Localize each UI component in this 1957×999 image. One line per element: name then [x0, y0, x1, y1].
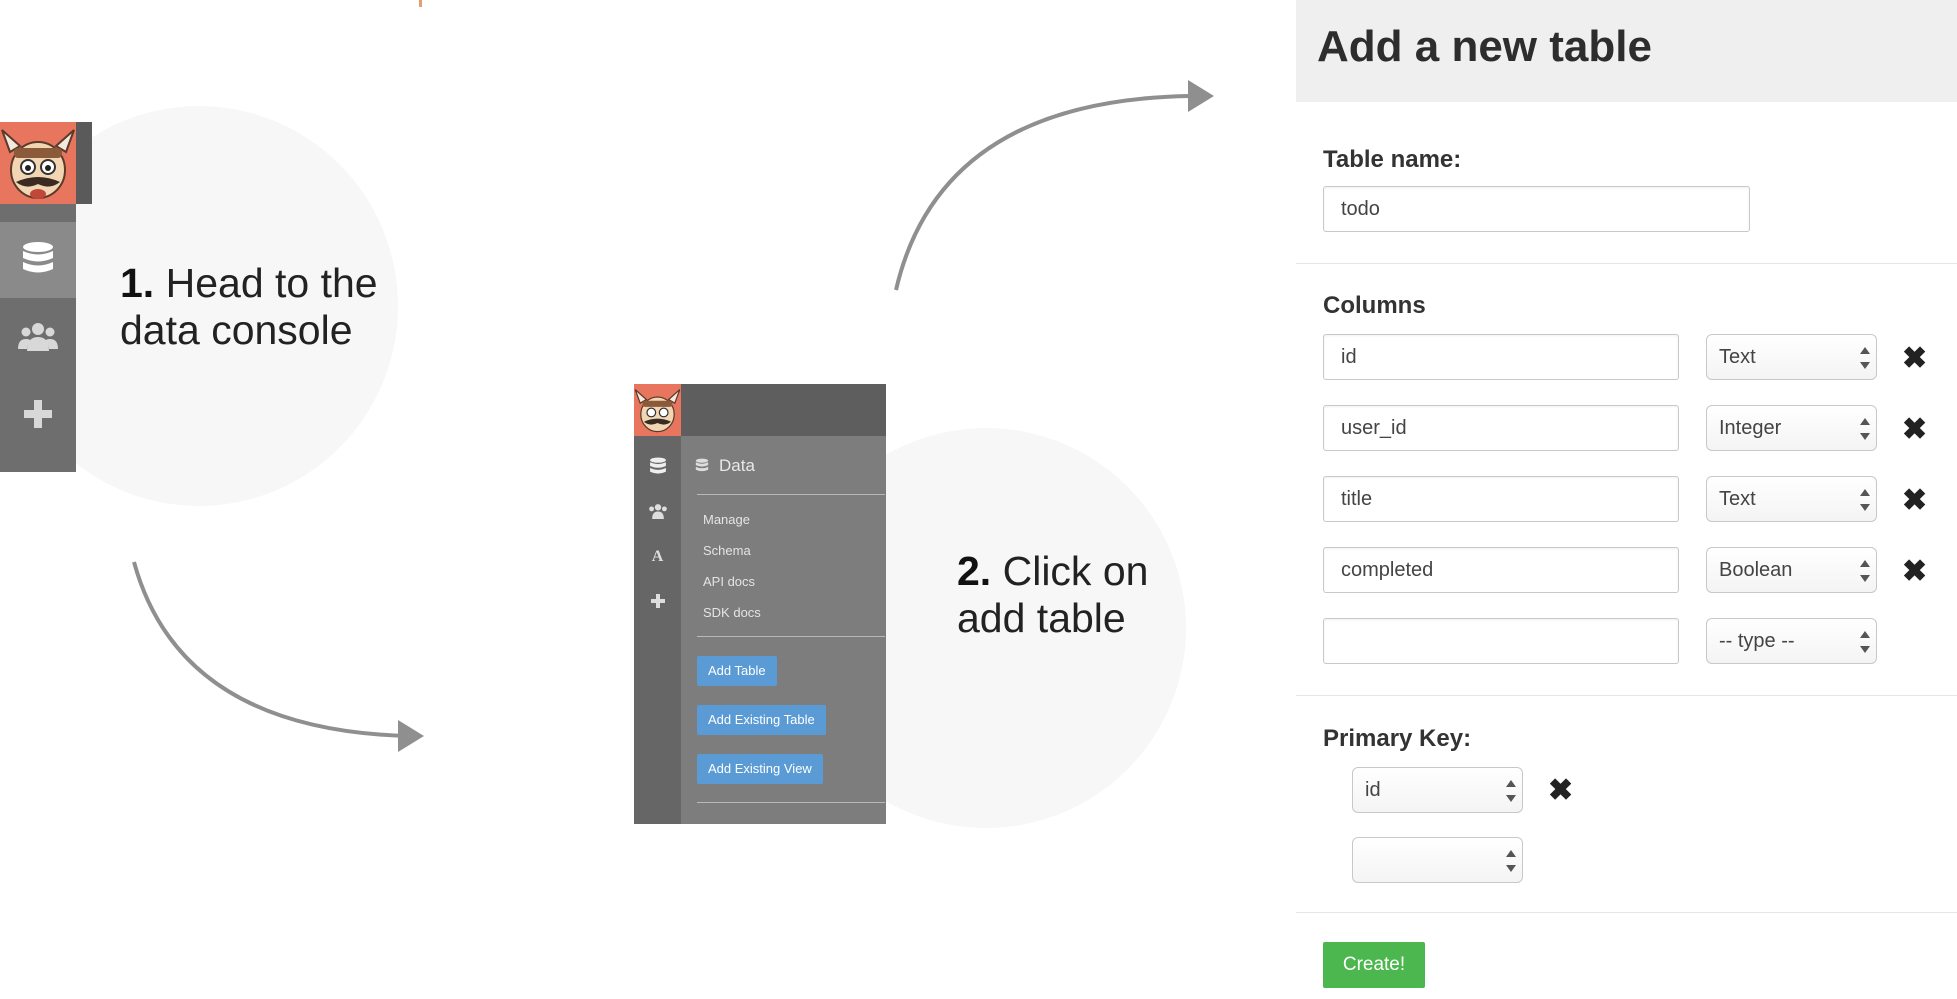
new-column-name-input[interactable] [1323, 618, 1679, 664]
column-type-value: Boolean [1719, 559, 1793, 581]
divider [1296, 912, 1957, 913]
mascot-logo[interactable] [0, 122, 76, 204]
column-type-value: -- type -- [1719, 630, 1795, 652]
form-title: Add a new table [1317, 22, 1652, 71]
mini-sidebar-database[interactable] [634, 452, 681, 482]
primary-key-select[interactable]: id [1352, 767, 1523, 813]
new-column-type-select[interactable]: -- type -- [1706, 618, 1877, 664]
database-icon [23, 242, 53, 273]
divider [1296, 695, 1957, 696]
mini-data-panel: Data Manage Schema API docs SDK docs Add… [681, 436, 886, 824]
mini-mascot-logo[interactable] [634, 384, 681, 436]
column-type-value: Text [1719, 488, 1756, 510]
mascot-icon [1, 129, 75, 199]
users-icon [18, 323, 58, 351]
database-icon [649, 457, 666, 474]
step1-number: 1. [120, 260, 155, 306]
create-button[interactable]: Create! [1323, 942, 1425, 988]
mini-sidebar-users[interactable] [634, 496, 681, 526]
database-icon [695, 458, 709, 472]
primary-key-label: Primary Key: [1323, 725, 1472, 752]
divider [697, 802, 885, 803]
column-type-select[interactable]: Text [1706, 334, 1877, 380]
sidebar-item-add[interactable] [0, 376, 76, 452]
sidebar-item-users[interactable] [0, 298, 76, 374]
select-arrows-icon [1860, 418, 1870, 440]
remove-column-icon[interactable]: ✖ [1902, 557, 1927, 587]
column-type-value: Text [1719, 346, 1756, 368]
link-manage[interactable]: Manage [703, 512, 750, 527]
table-name-input[interactable]: todo [1323, 186, 1750, 232]
data-section-title: Data [695, 456, 755, 476]
remove-column-icon[interactable]: ✖ [1902, 415, 1927, 445]
add-table-button[interactable]: Add Table [697, 656, 777, 686]
users-icon [648, 504, 667, 519]
mini-sidebar-add[interactable] [634, 586, 681, 616]
plus-icon [650, 594, 665, 608]
column-type-select[interactable]: Integer [1706, 405, 1877, 451]
select-arrows-icon [1860, 347, 1870, 369]
link-schema[interactable]: Schema [703, 543, 751, 558]
logo-edge [76, 122, 92, 204]
add-existing-view-button[interactable]: Add Existing View [697, 754, 823, 784]
new-primary-key-select[interactable] [1352, 837, 1523, 883]
column-name-input[interactable]: user_id [1323, 405, 1679, 451]
remove-primary-key-icon[interactable]: ✖ [1548, 776, 1573, 806]
arrow-step2-to-form [894, 80, 1214, 291]
step2-text: 2. Click on add table [957, 548, 1148, 642]
step2-line2: add table [957, 595, 1126, 641]
divider [1296, 263, 1957, 264]
select-arrows-icon [1860, 560, 1870, 582]
step1-line1: Head to the [165, 260, 378, 306]
column-type-select[interactable]: Text [1706, 476, 1877, 522]
plus-icon [24, 400, 52, 428]
select-arrows-icon [1506, 850, 1516, 872]
arrow-step1-to-step2 [132, 561, 424, 752]
columns-label: Columns [1323, 292, 1426, 319]
mini-sidebar [634, 436, 681, 824]
mini-sidebar-font[interactable]: A [634, 542, 681, 572]
orange-tick [419, 0, 422, 7]
add-existing-table-button[interactable]: Add Existing Table [697, 705, 826, 735]
column-type-value: Integer [1719, 417, 1782, 439]
step1-text: 1. Head to the data console [120, 260, 378, 354]
sidebar-item-database[interactable] [0, 222, 76, 298]
remove-column-icon[interactable]: ✖ [1902, 344, 1927, 374]
column-name-input[interactable]: completed [1323, 547, 1679, 593]
select-arrows-icon [1860, 489, 1870, 511]
data-title-label: Data [719, 456, 755, 475]
step2-number: 2. [957, 548, 992, 594]
select-arrows-icon [1860, 631, 1870, 653]
column-type-select[interactable]: Boolean [1706, 547, 1877, 593]
remove-column-icon[interactable]: ✖ [1902, 486, 1927, 516]
select-arrows-icon [1506, 780, 1516, 802]
link-api-docs[interactable]: API docs [703, 574, 755, 589]
column-name-input[interactable]: title [1323, 476, 1679, 522]
mini-data-console: A Data Manage Schema API docs SDK docs A… [634, 384, 886, 824]
link-sdk-docs[interactable]: SDK docs [703, 605, 761, 620]
table-name-label: Table name: [1323, 146, 1462, 173]
column-name-input[interactable]: id [1323, 334, 1679, 380]
step2-line1: Click on [1002, 548, 1149, 594]
mascot-icon [634, 389, 681, 433]
divider [697, 494, 885, 495]
divider [697, 636, 885, 637]
font-icon: A [651, 548, 664, 565]
primary-key-value: id [1365, 779, 1381, 801]
step1-line2: data console [120, 307, 353, 353]
